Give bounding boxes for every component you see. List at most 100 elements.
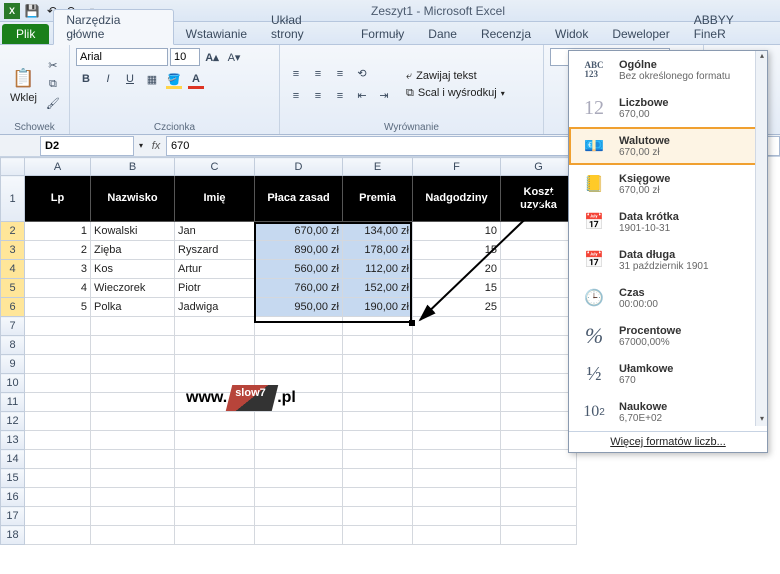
gallery-scrollbar[interactable]: ▴ ▾ [755,51,767,426]
align-center-icon[interactable]: ≡ [308,87,328,105]
row-header[interactable]: 14 [1,450,25,469]
cut-icon[interactable]: ✂ [43,57,63,75]
row-header[interactable]: 8 [1,336,25,355]
copy-icon[interactable]: ⧉ [43,76,63,94]
row-header[interactable]: 9 [1,355,25,374]
cell[interactable]: 15 [413,279,501,298]
row-header[interactable]: 11 [1,393,25,412]
format-item-long-date[interactable]: 📅 Data długa31 październik 1901 [569,241,767,279]
row-header[interactable]: 2 [1,222,25,241]
scroll-down-icon[interactable]: ▾ [756,414,768,426]
cell[interactable]: Nadgodziny [413,176,501,222]
format-item-scientific[interactable]: 102 Naukowe6,70E+02 [569,393,767,431]
tab-formulas[interactable]: Formuły [349,24,416,44]
cell[interactable] [501,279,577,298]
cell[interactable]: Jan [175,222,255,241]
cell[interactable]: 15 [413,241,501,260]
paste-button[interactable]: 📋 Wklej [6,63,41,106]
cell[interactable]: 5 [25,298,91,317]
cell[interactable]: 190,00 zł [343,298,413,317]
cell[interactable] [501,222,577,241]
col-header[interactable]: E [343,158,413,176]
indent-dec-icon[interactable]: ⇤ [352,87,372,105]
cell[interactable]: 670,00 zł [255,222,343,241]
col-header[interactable]: B [91,158,175,176]
cell[interactable]: 112,00 zł [343,260,413,279]
cell[interactable]: Nazwisko [91,176,175,222]
tab-insert[interactable]: Wstawianie [174,24,259,44]
cell[interactable] [501,260,577,279]
save-icon[interactable]: 💾 [24,3,40,19]
cell[interactable]: Płaca zasad [255,176,343,222]
row-header[interactable]: 3 [1,241,25,260]
borders-icon[interactable]: ▦ [142,70,162,88]
row-header[interactable]: 15 [1,469,25,488]
more-number-formats[interactable]: Więcej formatów liczb... [569,431,767,452]
tab-view[interactable]: Widok [543,24,600,44]
shrink-font-icon[interactable]: A▾ [224,48,244,66]
col-header[interactable]: G [501,158,577,176]
row-header[interactable]: 1 [1,176,25,222]
format-item-number[interactable]: 12 Liczbowe670,00 [569,89,767,127]
align-bottom-icon[interactable]: ≡ [330,65,350,83]
cell[interactable]: 3 [25,260,91,279]
row-header[interactable]: 18 [1,526,25,545]
col-header[interactable]: C [175,158,255,176]
cell[interactable]: 950,00 zł [255,298,343,317]
orientation-icon[interactable]: ⟲ [352,65,372,83]
cell[interactable]: Wieczorek [91,279,175,298]
font-color-icon[interactable]: A [186,70,206,88]
cell[interactable]: Koszt uzyska [501,176,577,222]
col-header[interactable]: D [255,158,343,176]
align-left-icon[interactable]: ≡ [286,87,306,105]
underline-button[interactable]: U [120,70,140,88]
row-header[interactable]: 12 [1,412,25,431]
scroll-up-icon[interactable]: ▴ [756,51,768,63]
align-middle-icon[interactable]: ≡ [308,65,328,83]
cell[interactable]: 1 [25,222,91,241]
cell[interactable]: Artur [175,260,255,279]
tab-review[interactable]: Recenzja [469,24,543,44]
font-name-input[interactable] [76,48,168,66]
row-header[interactable]: 17 [1,507,25,526]
cell[interactable] [501,241,577,260]
format-item-general[interactable]: ABC123 OgólneBez określonego formatu [569,51,767,89]
select-all-corner[interactable] [1,158,25,176]
cell[interactable]: 134,00 zł [343,222,413,241]
cell[interactable]: Kos [91,260,175,279]
cell[interactable]: 25 [413,298,501,317]
cell[interactable]: 152,00 zł [343,279,413,298]
fx-icon[interactable]: fx [146,140,166,152]
tab-home[interactable]: Narzędzia główne [53,9,173,45]
tab-layout[interactable]: Układ strony [259,10,349,44]
tab-file[interactable]: Plik [2,24,49,44]
row-header[interactable]: 5 [1,279,25,298]
grow-font-icon[interactable]: A▴ [202,48,222,66]
merge-center-button[interactable]: ⧉ Scal i wyśrodkuj ▾ [402,86,509,101]
format-item-currency[interactable]: 💶 Walutowe670,00 zł [569,127,767,165]
cell[interactable]: 890,00 zł [255,241,343,260]
format-item-accounting[interactable]: 📒 Księgowe670,00 zł [569,165,767,203]
cell[interactable]: 2 [25,241,91,260]
cell[interactable]: Polka [91,298,175,317]
format-item-fraction[interactable]: ½ Ułamkowe670 [569,355,767,393]
cell[interactable] [501,298,577,317]
row-header[interactable]: 7 [1,317,25,336]
tab-developer[interactable]: Deweloper [600,24,681,44]
cell[interactable]: 178,00 zł [343,241,413,260]
cell[interactable]: Lp [25,176,91,222]
font-size-input[interactable] [170,48,200,66]
cell[interactable]: 560,00 zł [255,260,343,279]
name-box[interactable] [40,136,134,156]
cell[interactable]: Premia [343,176,413,222]
align-right-icon[interactable]: ≡ [330,87,350,105]
format-item-percent[interactable]: % Procentowe67000,00% [569,317,767,355]
selection-handle[interactable] [409,320,415,326]
col-header[interactable]: A [25,158,91,176]
cell[interactable]: Ryszard [175,241,255,260]
row-header[interactable]: 16 [1,488,25,507]
cell[interactable]: Imię [175,176,255,222]
tab-abbyy[interactable]: ABBYY FineR [682,10,780,44]
format-painter-icon[interactable]: 🖌 [43,95,63,113]
cell[interactable]: Zięba [91,241,175,260]
